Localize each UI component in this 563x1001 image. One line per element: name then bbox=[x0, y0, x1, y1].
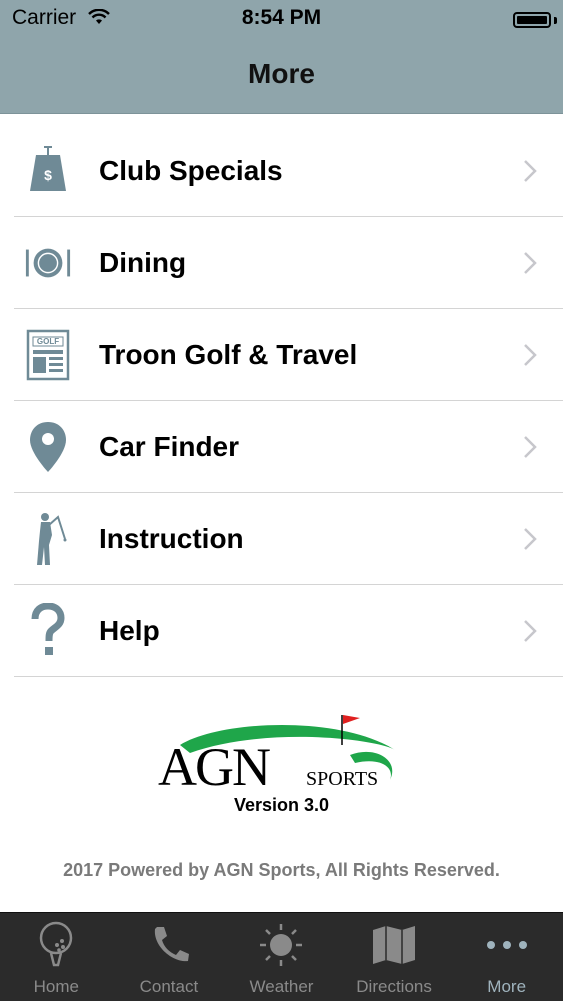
tab-label: Weather bbox=[249, 977, 314, 996]
more-menu-list: $ Club Specials Dining GOLF Troon Golf &… bbox=[0, 125, 563, 677]
page-title: More bbox=[248, 58, 315, 89]
menu-item-dining[interactable]: Dining bbox=[14, 217, 563, 309]
sun-icon bbox=[257, 921, 305, 969]
tab-label: Home bbox=[33, 977, 79, 996]
svg-text:$: $ bbox=[44, 167, 52, 183]
map-icon bbox=[370, 921, 418, 969]
tab-contact[interactable]: Contact bbox=[113, 913, 226, 1001]
tab-home[interactable]: Home bbox=[0, 913, 113, 1001]
menu-item-label: Dining bbox=[99, 246, 187, 278]
tab-bar: Home Contact Weather Directions More bbox=[0, 912, 563, 1001]
menu-item-help[interactable]: Help bbox=[14, 585, 563, 677]
menu-item-instruction[interactable]: Instruction bbox=[14, 493, 563, 585]
tab-more[interactable]: More bbox=[450, 913, 563, 1001]
agn-sports-logo: AGN SPORTS bbox=[150, 705, 410, 797]
chevron-right-icon bbox=[524, 619, 537, 642]
chevron-right-icon bbox=[524, 343, 537, 366]
tab-directions[interactable]: Directions bbox=[338, 913, 451, 1001]
tab-label: Contact bbox=[139, 977, 199, 996]
menu-item-label: Instruction bbox=[99, 522, 244, 554]
copyright-text: 2017 Powered by AGN Sports, All Rights R… bbox=[63, 860, 500, 880]
menu-item-label: Help bbox=[99, 614, 160, 646]
plate-utensils-icon bbox=[24, 235, 72, 291]
phone-icon bbox=[145, 921, 193, 969]
menu-item-car-finder[interactable]: Car Finder bbox=[14, 401, 563, 493]
chevron-right-icon bbox=[524, 159, 537, 182]
golf-ball-icon bbox=[32, 921, 80, 969]
golfer-icon bbox=[24, 511, 72, 567]
version-label: Version 3.0 bbox=[233, 795, 330, 815]
menu-item-label: Troon Golf & Travel bbox=[99, 338, 358, 370]
menu-item-troon-golf-travel[interactable]: GOLF Troon Golf & Travel bbox=[14, 309, 563, 401]
battery-icon bbox=[513, 12, 551, 28]
price-tag-icon: $ bbox=[24, 143, 72, 199]
more-dots-icon bbox=[483, 921, 531, 969]
logo-subtext: SPORTS bbox=[306, 768, 378, 790]
navigation-bar: More bbox=[0, 40, 563, 114]
tab-weather[interactable]: Weather bbox=[225, 913, 338, 1001]
menu-item-label: Car Finder bbox=[99, 430, 240, 462]
status-bar: Carrier 8:54 PM bbox=[0, 0, 563, 40]
newspaper-icon-text: GOLF bbox=[37, 337, 59, 346]
tab-label: More bbox=[487, 977, 527, 996]
battery-level bbox=[517, 16, 547, 24]
chevron-right-icon bbox=[524, 527, 537, 550]
tab-label: Directions bbox=[356, 977, 432, 996]
battery-tip bbox=[554, 17, 557, 24]
logo-text: AGN bbox=[158, 737, 270, 795]
menu-item-club-specials[interactable]: $ Club Specials bbox=[14, 125, 563, 217]
clock: 8:54 PM bbox=[241, 6, 322, 29]
menu-item-label: Club Specials bbox=[99, 154, 283, 186]
chevron-right-icon bbox=[524, 251, 537, 274]
newspaper-icon: GOLF bbox=[24, 327, 72, 383]
question-mark-icon bbox=[24, 602, 72, 659]
chevron-right-icon bbox=[524, 435, 537, 458]
map-pin-icon bbox=[24, 419, 72, 475]
